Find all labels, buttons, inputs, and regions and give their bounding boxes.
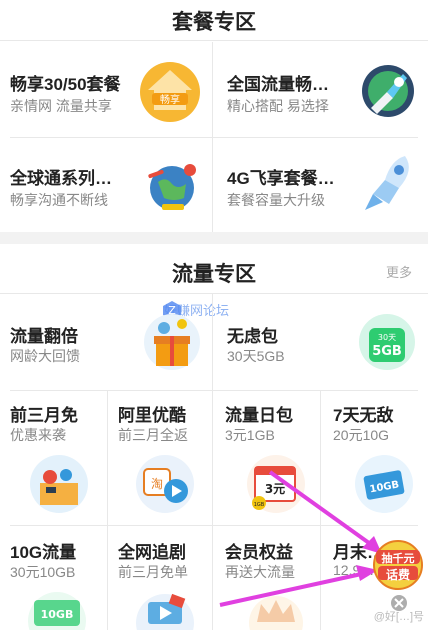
- taobao-icon-label: 淘: [151, 477, 163, 491]
- tile-title: 前三月免: [10, 406, 78, 425]
- tile-title: 4G飞享套餐…: [227, 169, 335, 188]
- tile-subtitle: 畅享沟通不断线: [10, 192, 108, 208]
- tile-subtitle: 前三月全返: [118, 427, 188, 443]
- tile-subtitle: 优惠来袭: [10, 427, 66, 443]
- tile-title: 畅享30/50套餐: [10, 75, 121, 94]
- tile-title: 全球通系列…: [10, 169, 112, 188]
- tile-subtitle: 套餐容量大升级: [227, 192, 325, 208]
- data-10gb-icon: 10GB: [28, 592, 86, 630]
- tile-subtitle: 3元1GB: [225, 427, 275, 443]
- package-tile-changxiang[interactable]: 畅享30/50套餐 亲情网 流量共享 畅享: [0, 42, 212, 136]
- promo-line2: 话费: [385, 568, 410, 582]
- tile-title: 全网追剧: [118, 543, 186, 562]
- taobao-youku-icon: 淘: [136, 455, 194, 513]
- video-icon: [136, 593, 194, 630]
- package-tile-global[interactable]: 全球通系列… 畅享沟通不断线: [0, 138, 212, 232]
- house-icon: 畅享: [140, 62, 200, 122]
- tile-title: 10G流量: [10, 543, 77, 562]
- grid-tile-10g[interactable]: 10G流量 30元10GB 10GB: [0, 526, 107, 630]
- tile-title: 7天无敌: [333, 406, 394, 425]
- data-tile-worryfree[interactable]: 无虑包 30天5GB 30天 5GB: [213, 294, 428, 390]
- package-tile-4g[interactable]: 4G飞享套餐… 套餐容量大升级: [213, 138, 428, 232]
- tile-subtitle: 20元10G: [333, 427, 390, 443]
- annotation-arrow: [219, 565, 378, 607]
- data-zone-title: 流量专区: [172, 263, 256, 286]
- discount-box-icon: [30, 455, 88, 513]
- house-icon-label: 畅享: [160, 93, 180, 106]
- data-tile-double[interactable]: 流量翻倍 网龄大回馈: [0, 294, 212, 390]
- gift-box-icon: [144, 314, 200, 370]
- annotation-arrow: [268, 470, 382, 554]
- globe-plane-icon: [148, 164, 196, 210]
- bottom-watermark: @好[…]号: [373, 611, 424, 623]
- tile-title: 流量日包: [225, 406, 293, 425]
- tile-title: 无虑包: [227, 327, 278, 346]
- tile-subtitle: 30元10GB: [10, 564, 76, 580]
- grid-tile-drama[interactable]: 全网追剧 前三月免单: [108, 526, 212, 630]
- data-10gb-icon-label: 10GB: [41, 608, 74, 621]
- data-pack-icon-main: 5GB: [372, 344, 402, 359]
- promo-lottery-button[interactable]: 抽千元 话费: [372, 540, 424, 590]
- grid-tile-first3free[interactable]: 前三月免 优惠来袭: [0, 391, 107, 525]
- tile-title: 阿里优酷: [118, 406, 186, 425]
- promo-line1: 抽千元: [381, 553, 415, 565]
- grid-tile-alibaba-youku[interactable]: 阿里优酷 前三月全返 淘: [108, 391, 212, 525]
- rocket-icon: [365, 156, 409, 210]
- tile-title: 全国流量畅…: [227, 75, 329, 94]
- data-pack-icon: 30天 5GB: [359, 314, 415, 370]
- tile-subtitle: 亲情网 流量共享: [10, 98, 112, 114]
- package-zone-title: 套餐专区: [172, 11, 256, 34]
- tile-subtitle: 前三月免单: [118, 564, 188, 580]
- tile-title: 流量翻倍: [10, 327, 78, 346]
- tile-subtitle: 精心搭配 易选择: [227, 98, 329, 114]
- package-tile-national[interactable]: 全国流量畅… 精心搭配 易选择: [213, 42, 428, 136]
- more-link[interactable]: 更多: [386, 262, 412, 281]
- section-gap: [0, 232, 428, 244]
- data-pack-icon-top: 30天: [378, 333, 396, 342]
- rocket-globe-icon: [362, 65, 414, 117]
- divider: [0, 40, 428, 41]
- tile-subtitle: 网龄大回馈: [10, 348, 80, 364]
- tile-subtitle: 30天5GB: [227, 348, 285, 364]
